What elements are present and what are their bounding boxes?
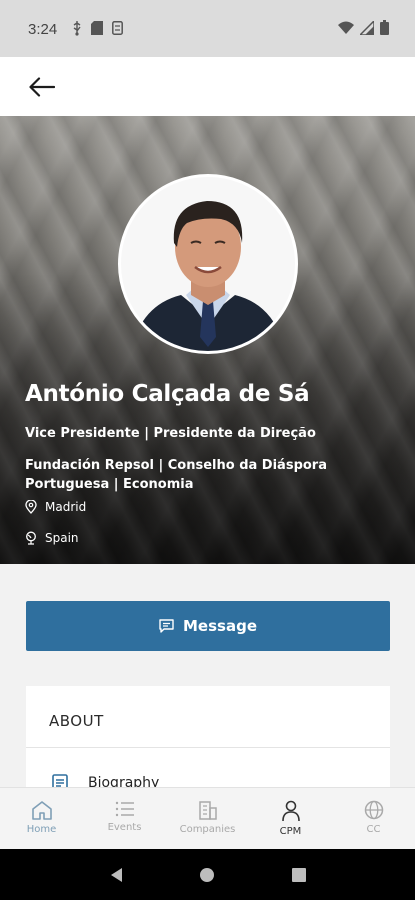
signal-icon bbox=[360, 20, 374, 35]
status-time: 3:24 bbox=[28, 21, 58, 38]
country-row: Spain bbox=[25, 531, 79, 545]
avatar-photo bbox=[121, 177, 295, 351]
nav-events[interactable]: Events bbox=[83, 788, 166, 849]
globe-pin-icon bbox=[26, 531, 36, 545]
profile-organizations: Fundación Repsol | Conselho da Diáspora … bbox=[25, 458, 327, 492]
message-button-label: Message bbox=[183, 617, 257, 635]
battery-icon bbox=[380, 20, 389, 35]
square-recents-icon bbox=[292, 867, 307, 882]
message-button[interactable]: Message bbox=[26, 601, 390, 651]
globe-icon bbox=[364, 800, 383, 820]
status-icons-left bbox=[72, 20, 123, 36]
usb-icon bbox=[73, 21, 81, 36]
profile-name: António Calçada de Sá bbox=[25, 381, 310, 407]
status-bar: 3:24 bbox=[0, 0, 415, 57]
about-divider bbox=[26, 747, 390, 748]
triangle-back-icon bbox=[110, 867, 122, 882]
nav-cpm[interactable]: CPM bbox=[249, 788, 332, 849]
system-back-button[interactable] bbox=[96, 855, 136, 895]
avatar bbox=[118, 174, 298, 354]
nav-cpm-label: CPM bbox=[279, 826, 302, 837]
wifi-icon bbox=[338, 21, 354, 34]
system-navigation-bar bbox=[0, 849, 415, 900]
bottom-navigation: Home Events Companies CPM CC bbox=[0, 787, 415, 849]
nav-companies[interactable]: Companies bbox=[166, 788, 249, 849]
nav-companies-label: Companies bbox=[179, 824, 236, 835]
nav-cc[interactable]: CC bbox=[332, 788, 415, 849]
sim-icon bbox=[112, 21, 123, 35]
location-pin-icon bbox=[25, 500, 37, 514]
list-icon bbox=[115, 801, 134, 817]
system-recents-button[interactable] bbox=[279, 855, 319, 895]
circle-home-icon bbox=[200, 867, 215, 882]
system-home-button[interactable] bbox=[187, 855, 227, 895]
about-heading: ABOUT bbox=[49, 712, 104, 730]
city-row: Madrid bbox=[25, 500, 86, 514]
profile-hero: António Calçada de Sá Vice Presidente | … bbox=[0, 116, 415, 564]
profile-screen: 3:24 António Calçada de Sá Vice Presiden… bbox=[0, 0, 415, 900]
chat-icon bbox=[159, 619, 174, 633]
profile-city: Madrid bbox=[45, 500, 87, 514]
nav-events-label: Events bbox=[107, 822, 142, 833]
profile-country: Spain bbox=[45, 531, 79, 545]
profile-title: Vice Presidente | Presidente da Direção bbox=[25, 426, 316, 441]
app-bar bbox=[0, 57, 415, 116]
arrow-left-icon bbox=[29, 77, 55, 97]
building-icon bbox=[198, 801, 217, 820]
back-button[interactable] bbox=[22, 69, 62, 105]
nav-home-label: Home bbox=[26, 824, 57, 835]
nav-cc-label: CC bbox=[366, 824, 381, 835]
sd-card-icon bbox=[91, 21, 103, 35]
person-icon bbox=[281, 800, 300, 822]
home-icon bbox=[31, 801, 52, 820]
status-icons-right bbox=[338, 20, 389, 35]
nav-home[interactable]: Home bbox=[0, 788, 83, 849]
